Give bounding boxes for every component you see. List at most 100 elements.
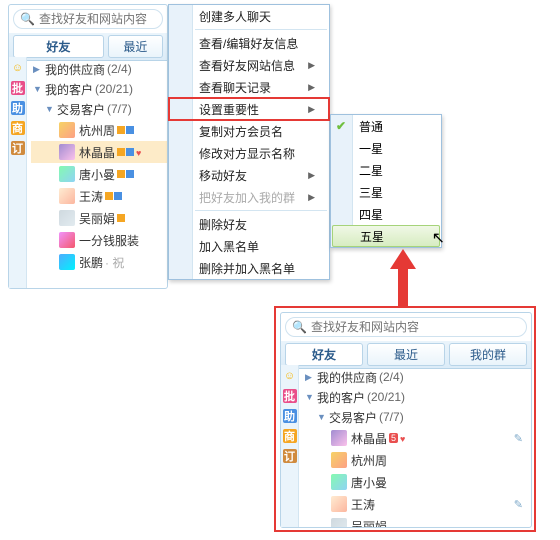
menu-label: 删除并加入黑名单 <box>199 260 295 277</box>
cat-icon-pink[interactable]: 批 <box>283 389 297 403</box>
tab-friends[interactable]: 好友 <box>13 35 104 58</box>
menu-label: 修改对方显示名称 <box>199 145 295 162</box>
menu-add-to-my-group: 把好友加入我的群▶ <box>169 186 329 208</box>
menu-label: 查看/编辑好友信息 <box>199 35 298 52</box>
submenu-one-star[interactable]: 一星 <box>331 137 441 159</box>
menu-add-blacklist[interactable]: 加入黑名单 <box>169 235 329 257</box>
mark-icon <box>114 192 122 200</box>
contact-name: 一分钱服装 <box>79 232 139 249</box>
avatar <box>331 496 347 512</box>
contact-name: 唐小曼 <box>351 474 387 491</box>
cat-icon-blue[interactable]: 助 <box>283 409 297 423</box>
menu-view-edit-info[interactable]: 查看/编辑好友信息 <box>169 32 329 54</box>
contact-name: 林晶晶 <box>79 144 115 161</box>
menu-label: 查看聊天记录 <box>199 79 271 96</box>
submenu-label: 四星 <box>359 206 383 223</box>
tab-groups[interactable]: 我的群 <box>449 343 527 366</box>
mark-icon <box>126 126 134 134</box>
menu-view-chat-log[interactable]: 查看聊天记录▶ <box>169 76 329 98</box>
tab-recent[interactable]: 最近 <box>108 35 163 58</box>
mark-icon <box>117 170 125 178</box>
edit-icon[interactable]: ✎ <box>514 498 523 511</box>
contact-row[interactable]: 吴丽娟 <box>303 515 531 527</box>
group-suppliers[interactable]: ▶ 我的供应商 (2/4) <box>303 367 531 387</box>
contact-row[interactable]: 林晶晶5✎ <box>303 427 531 449</box>
group-count: (7/7) <box>107 102 132 116</box>
submenu-label: 一星 <box>359 140 383 157</box>
search-box[interactable]: 🔍 <box>13 9 163 29</box>
cat-icon-brown[interactable]: 订 <box>11 141 25 155</box>
submenu-label: 五星 <box>360 228 384 245</box>
contact-name: 吴丽娟 <box>79 210 115 227</box>
contact-row[interactable]: 张鹏· 祝 <box>31 251 167 273</box>
search-input[interactable] <box>39 12 156 26</box>
collapse-icon: ▼ <box>33 84 43 94</box>
contact-row[interactable]: 唐小曼 <box>31 163 167 185</box>
tab-friends[interactable]: 好友 <box>285 343 363 366</box>
edit-icon[interactable]: ✎ <box>514 432 523 445</box>
group-label: 我的客户 <box>45 81 93 98</box>
smile-icon[interactable]: ☺ <box>11 61 25 75</box>
menu-view-site-info[interactable]: 查看好友网站信息▶ <box>169 54 329 76</box>
group-deals[interactable]: ▼ 交易客户 (7/7) <box>31 99 167 119</box>
group-label: 我的供应商 <box>317 369 377 386</box>
submenu-two-star[interactable]: 二星 <box>331 159 441 181</box>
cat-icon-pink[interactable]: 批 <box>11 81 25 95</box>
search-icon: 🔍 <box>292 320 307 334</box>
submenu-four-star[interactable]: 四星 <box>331 203 441 225</box>
contact-name: 杭州周 <box>79 122 115 139</box>
group-customers[interactable]: ▼ 我的客户 (20/21) <box>303 387 531 407</box>
group-count: (2/4) <box>379 370 404 384</box>
menu-delete-add-blacklist[interactable]: 删除并加入黑名单 <box>169 257 329 279</box>
expand-icon: ▶ <box>33 64 43 75</box>
mark-icon <box>117 148 125 156</box>
contact-name: 王涛 <box>79 188 103 205</box>
contact-tree: ▶ 我的供应商 (2/4) ▼ 我的客户 (20/21) ▼ 交易客户 (7/7… <box>27 57 167 288</box>
group-count: (7/7) <box>379 410 404 424</box>
expand-icon: ▶ <box>305 372 315 383</box>
submenu-five-star[interactable]: 五星↖ <box>332 225 440 247</box>
menu-create-group-chat[interactable]: 创建多人聊天 <box>169 5 329 27</box>
search-box[interactable]: 🔍 <box>285 317 527 337</box>
avatar <box>331 518 347 527</box>
importance-submenu: ✔普通 一星 二星 三星 四星 五星↖ <box>330 114 442 248</box>
contact-row[interactable]: 王涛 <box>31 185 167 207</box>
menu-separator <box>195 210 327 211</box>
submenu-three-star[interactable]: 三星 <box>331 181 441 203</box>
group-customers[interactable]: ▼ 我的客户 (20/21) <box>31 79 167 99</box>
friends-panel-before: 🔍 好友 最近 ☺ 批 助 商 订 ▶ 我的供应商 (2/4) ▼ 我的客户 (… <box>8 4 168 289</box>
menu-label: 创建多人聊天 <box>199 8 271 25</box>
group-deals[interactable]: ▼ 交易客户 (7/7) <box>303 407 531 427</box>
menu-delete-friend[interactable]: 删除好友 <box>169 213 329 235</box>
submenu-label: 二星 <box>359 162 383 179</box>
five-star-badge: 5 <box>389 433 398 443</box>
menu-copy-member-name[interactable]: 复制对方会员名 <box>169 120 329 142</box>
search-input[interactable] <box>311 320 520 334</box>
contact-tree: ▶ 我的供应商 (2/4) ▼ 我的客户 (20/21) ▼ 交易客户 (7/7… <box>299 365 531 527</box>
contact-name: 张鹏 <box>79 254 103 271</box>
submenu-arrow-icon: ▶ <box>308 192 315 203</box>
avatar <box>59 210 75 226</box>
contact-row[interactable]: 王涛✎ <box>303 493 531 515</box>
group-count: (20/21) <box>95 82 133 96</box>
tab-recent[interactable]: 最近 <box>367 343 445 366</box>
contact-row-selected[interactable]: 林晶晶 <box>31 141 167 163</box>
mark-icon <box>126 170 134 178</box>
contact-row[interactable]: 唐小曼 <box>303 471 531 493</box>
contact-row[interactable]: 杭州周 <box>303 449 531 471</box>
group-suppliers[interactable]: ▶ 我的供应商 (2/4) <box>31 59 167 79</box>
cat-icon-orange[interactable]: 商 <box>11 121 25 135</box>
cat-icon-blue[interactable]: 助 <box>11 101 25 115</box>
contact-row[interactable]: 杭州周 <box>31 119 167 141</box>
menu-edit-display-name[interactable]: 修改对方显示名称 <box>169 142 329 164</box>
smile-icon[interactable]: ☺ <box>283 369 297 383</box>
menu-set-importance[interactable]: 设置重要性▶ <box>169 98 329 120</box>
menu-move-friend[interactable]: 移动好友▶ <box>169 164 329 186</box>
menu-label: 复制对方会员名 <box>199 123 283 140</box>
cat-icon-brown[interactable]: 订 <box>283 449 297 463</box>
contact-row[interactable]: 吴丽娟 <box>31 207 167 229</box>
submenu-normal[interactable]: ✔普通 <box>331 115 441 137</box>
mark-icon <box>126 148 134 156</box>
contact-row[interactable]: 一分钱服装 <box>31 229 167 251</box>
cat-icon-orange[interactable]: 商 <box>283 429 297 443</box>
